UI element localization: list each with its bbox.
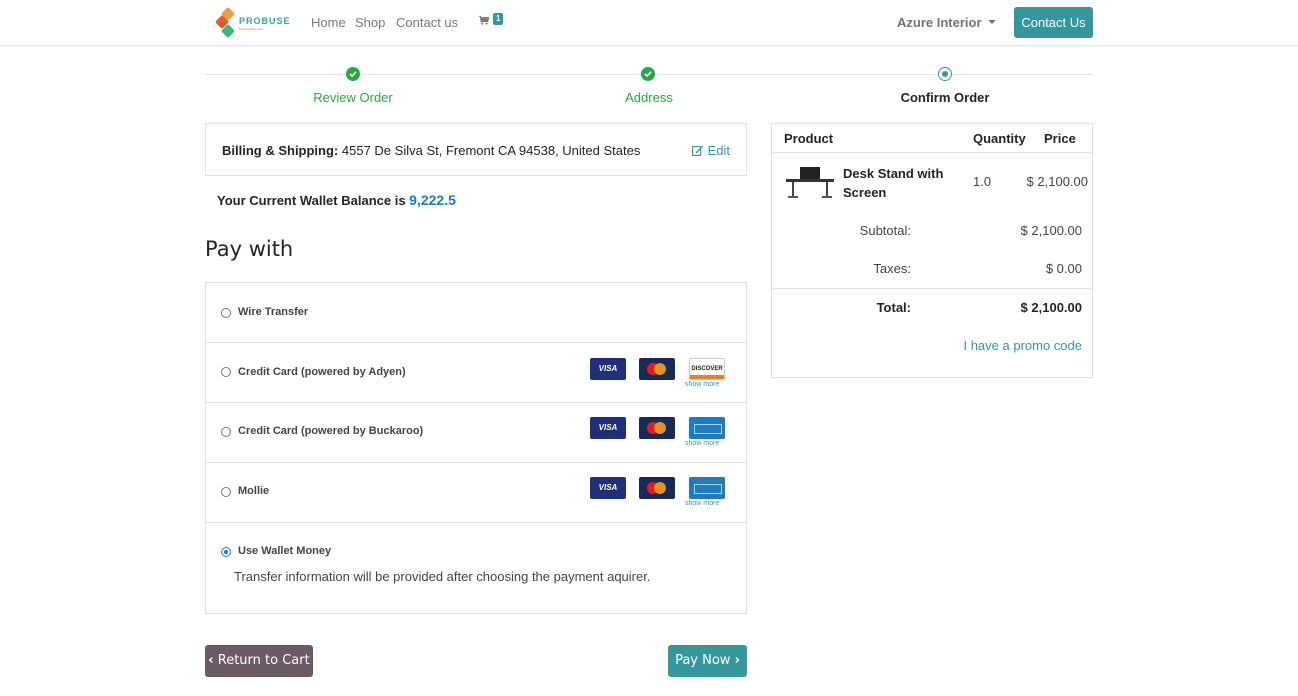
payment-label: Credit Card (powered by Buckaroo)	[238, 425, 424, 437]
divider	[772, 152, 1092, 153]
mastercard-icon	[639, 417, 675, 439]
contact-us-button[interactable]: Contact Us	[1014, 7, 1093, 38]
payment-option-adyen[interactable]: Credit Card (powered by Adyen) VISA DISC…	[206, 343, 746, 403]
step-review-order[interactable]: Review Order	[253, 90, 453, 105]
visa-card-icon: VISA	[590, 417, 626, 439]
payment-help-text: Transfer information will be provided af…	[234, 569, 651, 584]
visa-card-icon: VISA	[590, 358, 626, 380]
brand-logo[interactable]: PROBUSE Probuse Business	[214, 6, 290, 39]
step-done-check-icon	[641, 67, 655, 81]
chevron-down-icon	[987, 19, 996, 24]
wallet-balance: Your Current Wallet Balance is 9,222.5	[217, 192, 456, 208]
product-name[interactable]: Desk Stand with Screen	[843, 164, 953, 202]
taxes-value: $ 0.00	[1045, 261, 1082, 276]
payment-radio[interactable]	[221, 487, 231, 497]
step-address[interactable]: Address	[549, 90, 749, 105]
wallet-balance-amount: 9,222.5	[409, 192, 456, 208]
edit-link-label: Edit	[707, 143, 730, 158]
brand-tagline: Probuse Business	[239, 27, 264, 31]
payment-radio[interactable]	[221, 427, 231, 437]
brand-name: PROBUSE	[239, 16, 291, 26]
visa-card-icon: VISA	[590, 477, 626, 499]
wallet-balance-label: Your Current Wallet Balance is	[217, 193, 406, 208]
total-value: $ 2,100.00	[1020, 300, 1082, 315]
col-header-product: Product	[784, 131, 834, 146]
billing-label: Billing & Shipping:	[222, 143, 339, 158]
payment-radio[interactable]	[221, 308, 231, 318]
billing-address: Billing & Shipping: 4557 De Silva St, Fr…	[222, 143, 640, 158]
discover-card-icon: DISCOVER	[689, 358, 725, 380]
cart-count-badge: 1	[493, 13, 504, 25]
mastercard-icon	[639, 477, 675, 499]
step-current-dot-icon	[938, 67, 952, 81]
payment-label: Use Wallet Money	[238, 545, 332, 557]
user-menu-dropdown[interactable]: Azure Interior	[897, 15, 996, 30]
pay-now-button[interactable]: Pay Now ›	[668, 645, 747, 677]
payment-radio[interactable]	[221, 367, 231, 377]
taxes-label: Taxes:	[873, 261, 911, 276]
return-to-cart-button[interactable]: ‹ Return to Cart	[205, 645, 313, 677]
show-more-link[interactable]: show more	[685, 440, 719, 447]
chevron-left-icon: ‹	[208, 653, 214, 668]
show-more-link[interactable]: show more	[685, 500, 719, 507]
payment-method-list: Wire Transfer Credit Card (powered by Ad…	[205, 282, 747, 614]
payment-option-buckaroo[interactable]: Credit Card (powered by Buckaroo) VISA s…	[206, 403, 746, 463]
mastercard-icon	[639, 358, 675, 380]
col-header-price: Price	[1044, 131, 1076, 146]
top-navbar: PROBUSE Probuse Business Home Shop Conta…	[0, 0, 1298, 46]
amex-card-icon	[689, 477, 725, 499]
step-confirm-order: Confirm Order	[900, 90, 990, 105]
divider	[772, 288, 1092, 289]
edit-address-link[interactable]: Edit	[692, 143, 730, 158]
promo-code-link[interactable]: I have a promo code	[963, 338, 1082, 353]
product-thumbnail	[786, 167, 834, 198]
billing-shipping-box: Billing & Shipping: 4557 De Silva St, Fr…	[205, 123, 747, 176]
user-name: Azure Interior	[897, 15, 982, 30]
payment-radio-selected[interactable]	[221, 547, 231, 557]
chevron-right-icon: ›	[734, 653, 740, 668]
col-header-quantity: Quantity	[973, 131, 1026, 146]
amex-card-icon	[689, 417, 725, 439]
payment-label: Mollie	[238, 485, 270, 497]
pay-now-label: Pay Now	[675, 653, 731, 668]
payment-option-wire-transfer[interactable]: Wire Transfer	[206, 283, 746, 343]
total-label: Total:	[876, 300, 911, 315]
payment-label: Wire Transfer	[238, 306, 309, 318]
return-to-cart-label: Return to Cart	[217, 653, 310, 668]
edit-icon	[692, 145, 704, 156]
subtotal-label: Subtotal:	[859, 223, 911, 238]
payment-label: Credit Card (powered by Adyen)	[238, 366, 406, 378]
payment-option-mollie[interactable]: Mollie VISA show more	[206, 463, 746, 523]
billing-address-value: 4557 De Silva St, Fremont CA 94538, Unit…	[341, 143, 641, 158]
nav-link-home[interactable]: Home	[311, 15, 346, 30]
show-more-link[interactable]: show more	[685, 381, 719, 388]
order-summary: Product Quantity Price Desk Stand with S…	[771, 123, 1093, 378]
product-price: $ 2,100.00	[1026, 174, 1088, 189]
product-quantity: 1.0	[973, 174, 992, 189]
nav-link-shop[interactable]: Shop	[355, 15, 385, 30]
step-done-check-icon	[346, 67, 360, 81]
subtotal-value: $ 2,100.00	[1020, 223, 1082, 238]
pay-with-title: Pay with	[205, 237, 294, 261]
cart-icon	[478, 16, 490, 25]
nav-link-contact[interactable]: Contact us	[396, 15, 458, 30]
